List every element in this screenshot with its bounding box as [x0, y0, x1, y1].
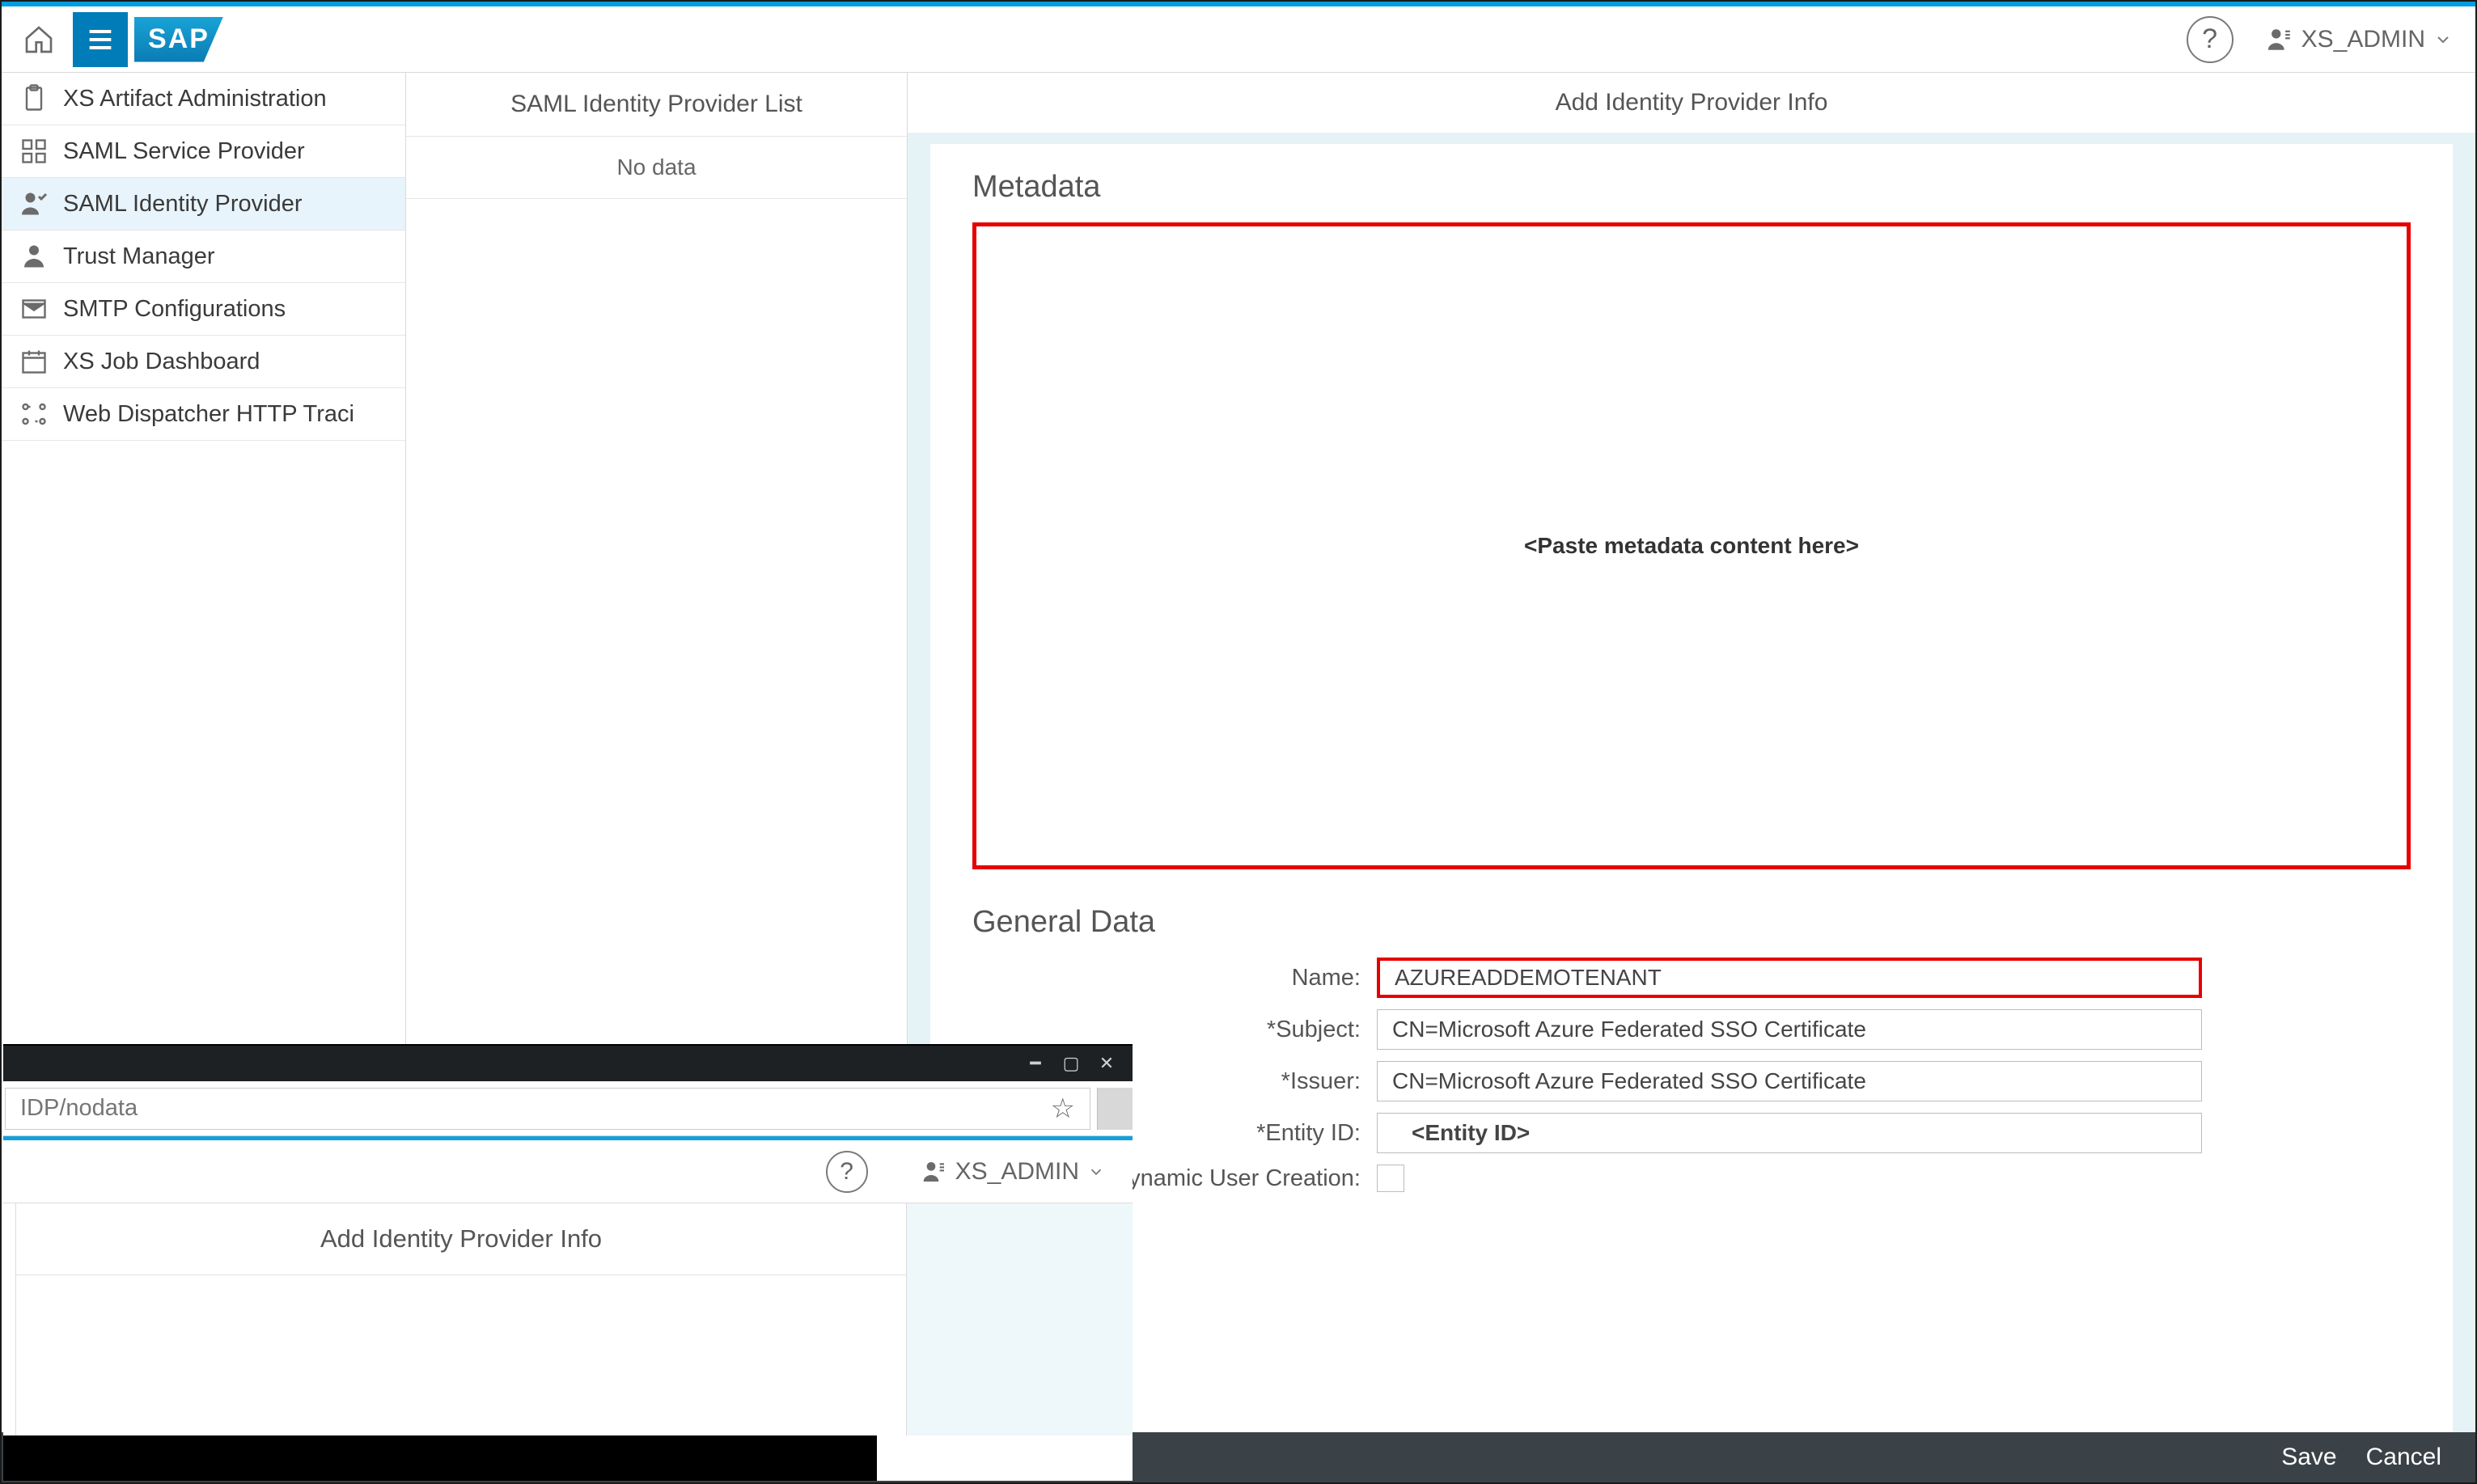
sidebar-item-label: SMTP Configurations	[63, 296, 286, 323]
inset-right-strip	[906, 1203, 1133, 1435]
help-icon: ?	[2202, 23, 2217, 55]
sidebar-item-label: SAML Service Provider	[63, 138, 305, 165]
name-input[interactable]: AZUREADDEMOTENANT	[1377, 958, 2202, 998]
minimize-icon: ━	[1030, 1053, 1040, 1074]
user-menu[interactable]: XS_ADMIN	[2253, 26, 2466, 53]
header-bar: SAP ? XS_ADMIN	[2, 6, 2475, 73]
main-column: Add Identity Provider Info Metadata <Pas…	[908, 73, 2475, 1482]
inset-user-label: XS_ADMIN	[955, 1158, 1079, 1186]
subject-label: *Subject:	[972, 1017, 1361, 1043]
main-title: Add Identity Provider Info	[908, 73, 2475, 133]
help-icon: ?	[840, 1158, 853, 1186]
inset-left-strip	[3, 1203, 16, 1435]
sidebar-item-xs-job[interactable]: XS Job Dashboard	[2, 336, 405, 388]
maximize-icon: ▢	[1063, 1053, 1080, 1074]
menu-button[interactable]	[73, 12, 128, 67]
hamburger-icon	[84, 23, 116, 56]
minimize-button[interactable]: ━	[1021, 1052, 1050, 1075]
user-label: XS_ADMIN	[2301, 26, 2425, 53]
inset-bottom-bar	[3, 1435, 877, 1481]
dynamic-user-checkbox[interactable]	[1377, 1165, 1404, 1192]
home-icon	[23, 23, 55, 56]
inset-url-bar: IDP/nodata ☆	[3, 1081, 1133, 1136]
inset-titlebar: ━ ▢ ✕	[3, 1046, 1133, 1081]
user-check-icon	[19, 189, 49, 218]
subject-input[interactable]: CN=Microsoft Azure Federated SSO Certifi…	[1377, 1009, 2202, 1050]
url-input[interactable]: IDP/nodata ☆	[5, 1088, 1090, 1130]
idp-list-empty: No data	[406, 137, 907, 199]
general-data-section-title: General Data	[972, 905, 2411, 940]
inset-window: ━ ▢ ✕ IDP/nodata ☆ ? XS_ADMIN Add Identi…	[3, 1044, 1133, 1481]
sidebar-item-saml-idp[interactable]: SAML Identity Provider	[2, 178, 405, 230]
chevron-down-icon	[2433, 30, 2453, 49]
general-data-form: Name: AZUREADDEMOTENANT *Subject: CN=Mic…	[972, 958, 2411, 1229]
browser-menu-button[interactable]	[1097, 1088, 1133, 1130]
metadata-textarea[interactable]: <Paste metadata content here>	[972, 222, 2411, 869]
issuer-input[interactable]: CN=Microsoft Azure Federated SSO Certifi…	[1377, 1061, 2202, 1101]
metadata-section-title: Metadata	[972, 170, 2411, 205]
inset-user-menu[interactable]: XS_ADMIN	[908, 1158, 1118, 1186]
name-label: Name:	[972, 965, 1361, 991]
inset-help-button[interactable]: ?	[826, 1151, 868, 1193]
sidebar-item-label: XS Artifact Administration	[63, 86, 327, 112]
metadata-placeholder: <Paste metadata content here>	[1524, 533, 1859, 559]
clipboard-icon	[19, 84, 49, 113]
sidebar-item-web-dispatcher[interactable]: Web Dispatcher HTTP Traci	[2, 388, 405, 441]
sidebar-item-label: XS Job Dashboard	[63, 349, 260, 375]
mail-icon	[19, 294, 49, 323]
home-button[interactable]	[11, 12, 66, 67]
close-button[interactable]: ✕	[1092, 1052, 1121, 1075]
user-icon	[921, 1159, 947, 1185]
user-icon	[2266, 26, 2293, 53]
close-icon: ✕	[1099, 1053, 1114, 1074]
cancel-button[interactable]: Cancel	[2366, 1444, 2441, 1471]
sidebar-item-xs-artifact[interactable]: XS Artifact Administration	[2, 73, 405, 125]
save-button[interactable]: Save	[2281, 1444, 2336, 1471]
idp-list-title: SAML Identity Provider List	[406, 73, 907, 137]
sap-logo: SAP	[134, 17, 223, 62]
sidebar-item-saml-sp[interactable]: SAML Service Provider	[2, 125, 405, 178]
calendar-icon	[19, 347, 49, 376]
url-text: IDP/nodata	[20, 1095, 138, 1122]
help-button[interactable]: ?	[2187, 16, 2234, 63]
sidebar-item-label: SAML Identity Provider	[63, 191, 303, 218]
user-solid-icon	[19, 242, 49, 271]
grid-icon	[19, 137, 49, 166]
sidebar-item-trust-manager[interactable]: Trust Manager	[2, 230, 405, 283]
trace-icon	[19, 400, 49, 429]
entity-id-input[interactable]: <Entity ID>	[1377, 1113, 2202, 1153]
inset-header: ? XS_ADMIN	[3, 1140, 1133, 1203]
bookmark-star-icon[interactable]: ☆	[1051, 1093, 1075, 1125]
inset-main-title: Add Identity Provider Info	[16, 1203, 906, 1275]
maximize-button[interactable]: ▢	[1056, 1052, 1086, 1075]
sidebar-item-smtp[interactable]: SMTP Configurations	[2, 283, 405, 336]
sidebar-item-label: Web Dispatcher HTTP Traci	[63, 401, 354, 428]
sidebar-item-label: Trust Manager	[63, 243, 215, 270]
chevron-down-icon	[1087, 1163, 1105, 1181]
